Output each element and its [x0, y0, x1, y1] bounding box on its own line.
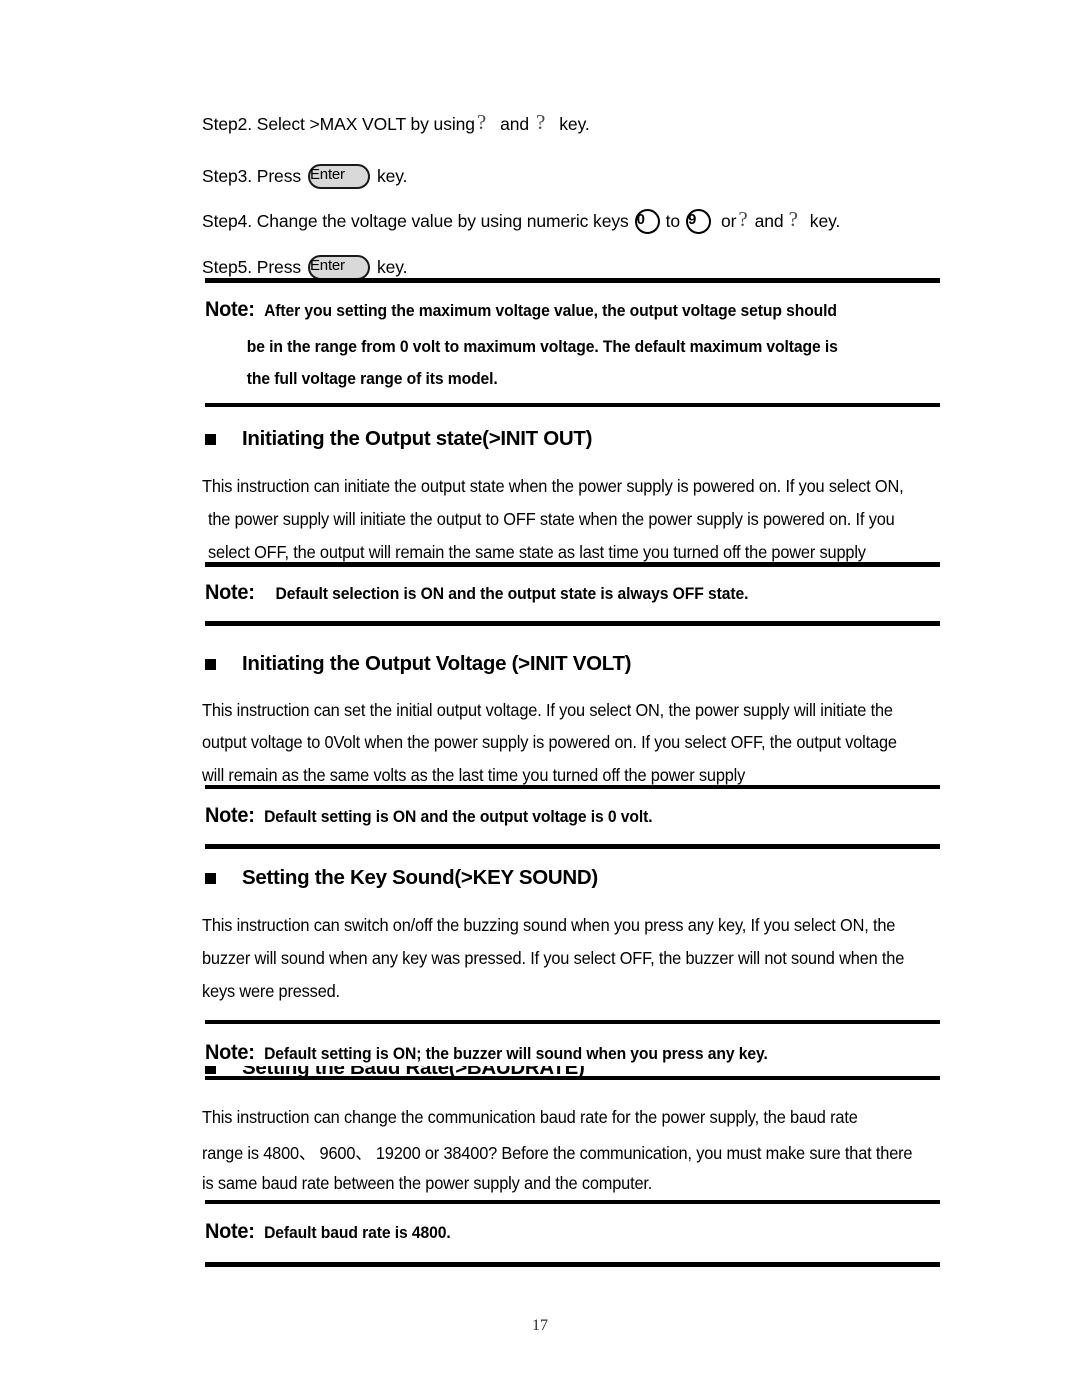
note-text: Default baud rate is 4800.: [264, 1224, 451, 1242]
heading-text: Setting the Key Sound(>KEY SOUND): [242, 866, 598, 889]
note-text: Default selection is ON and the output s…: [275, 585, 749, 603]
bullet-square-icon: [205, 658, 216, 670]
note-body: Note: Default baud rate is 4800.: [205, 1204, 940, 1262]
note-body: Note: Default selection is ON and the out…: [205, 567, 940, 621]
numeric-key-9[interactable]: 9: [686, 209, 712, 234]
step3-prefix: Step3. Press: [202, 166, 301, 186]
bullet-square-icon: [205, 1066, 216, 1074]
heading-text: Initiating the Output state(>INIT OUT): [242, 427, 593, 450]
step2-suffix: key.: [559, 114, 590, 134]
paragraph-line: is same baud rate between the power supp…: [202, 1173, 653, 1193]
enter-key-button[interactable]: Enter: [308, 255, 370, 280]
step4-suffix: key.: [809, 211, 841, 231]
step5-suffix: key.: [377, 257, 408, 277]
note-box-max-volt: Note: After you setting the maximum volta…: [205, 278, 940, 408]
note-line: Note: Default selection is ON and the out…: [205, 573, 903, 614]
step3-suffix: key.: [377, 166, 408, 186]
step-line-4: Step5. Press Step4. Change the voltage v…: [202, 207, 841, 234]
paragraph-line: buzzer will sound when any key was press…: [202, 948, 905, 968]
step-line-5: Step5. Press Enter key.: [202, 255, 408, 280]
note-text: After you setting the maximum voltage va…: [264, 302, 837, 320]
missing-glyph-icon: ?: [788, 207, 798, 231]
paragraph-line: will remain as the same volts as the las…: [202, 765, 746, 785]
note-line: the full voltage range of its model.: [205, 363, 903, 395]
numeric-key-0[interactable]: 0: [634, 209, 660, 234]
step2-prefix: Step2. Select >MAX VOLT by using: [202, 114, 475, 134]
note-text: be in the range from 0 volt to maximum v…: [246, 337, 838, 356]
missing-glyph-icon: ?: [476, 110, 487, 134]
note-box-init-out: Note: Default selection is ON and the out…: [205, 562, 940, 626]
note-bottom-rule: [205, 620, 940, 626]
section-heading-init-volt: Initiating the Output Voltage (>INIT VOL…: [205, 652, 632, 676]
note-line: be in the range from 0 volt to maximum v…: [205, 331, 903, 363]
bullet-square-icon: [205, 433, 216, 445]
step5-prefix: Step5. Press: [202, 257, 301, 277]
paragraph-line: select OFF, the output will remain the s…: [208, 542, 866, 562]
note-label: Note:: [205, 804, 255, 827]
note-bottom-rule: [205, 1261, 940, 1267]
step-line-3: Step3. Press Enter key.: [202, 164, 408, 189]
note-text: Default setting is ON and the output vol…: [264, 808, 653, 826]
paragraph-line: This instruction can initiate the output…: [202, 476, 904, 496]
step4-or: or: [721, 211, 737, 231]
note-label: Note:: [205, 298, 255, 321]
paragraph-line: range is 4800、 9600、 19200 or 38400? Bef…: [202, 1143, 913, 1163]
paragraph-line: This instruction can change the communic…: [202, 1107, 858, 1127]
paragraph-line: This instruction can switch on/off the b…: [202, 915, 896, 935]
note-label: Note:: [205, 581, 255, 604]
heading-text: Initiating the Output Voltage (>INIT VOL…: [242, 652, 632, 675]
step4-mid: and: [754, 211, 784, 231]
note-text: Default setting is ON; the buzzer will s…: [264, 1045, 768, 1063]
paragraph-line: the power supply will initiate the outpu…: [208, 509, 895, 529]
note-bottom-rule: [205, 403, 940, 408]
note-text: the full voltage range of its model.: [246, 370, 498, 389]
note-label: Note:: [205, 1220, 255, 1243]
note-line: Note: Default baud rate is 4800.: [205, 1212, 903, 1253]
note-box-init-volt: Note: Default setting is ON and the outpu…: [205, 785, 940, 849]
paragraph-line: output voltage to 0Volt when the power s…: [202, 732, 897, 752]
missing-glyph-icon: ?: [738, 207, 748, 231]
note-line: Note: After you setting the maximum volta…: [205, 290, 903, 331]
note-bottom-rule-overlap: [205, 1076, 940, 1080]
note-bottom-rule: [205, 843, 940, 849]
section-heading-key-sound: Setting the Key Sound(>KEY SOUND): [205, 866, 598, 890]
note-label: Note:: [205, 1041, 255, 1064]
section-heading-init-out: Initiating the Output state(>INIT OUT): [205, 427, 592, 451]
step4-to: to: [665, 211, 681, 231]
missing-glyph-icon: ?: [536, 110, 546, 134]
enter-key-button[interactable]: Enter: [308, 164, 370, 189]
note-body: Note: Default setting is ON and the outpu…: [205, 789, 940, 844]
note-line: Note: Default setting is ON and the outpu…: [205, 796, 903, 837]
note-box-baud-rate: Note: Default baud rate is 4800.: [205, 1200, 940, 1267]
step4-prefix-text: Step4. Change the voltage value by using…: [202, 211, 629, 231]
step-line-2: Step2. Select >MAX VOLT by using ? and ?…: [202, 110, 590, 137]
bullet-square-icon: [205, 872, 216, 884]
document-page: Step2. Select >MAX VOLT by using ? and ?…: [0, 0, 1080, 1397]
note-body: Note: After you setting the maximum volta…: [205, 283, 940, 403]
paragraph-line: This instruction can set the initial out…: [202, 700, 893, 720]
page-number: 17: [532, 1317, 548, 1334]
step2-mid: and: [500, 114, 530, 134]
paragraph-line: keys were pressed.: [202, 981, 340, 1001]
